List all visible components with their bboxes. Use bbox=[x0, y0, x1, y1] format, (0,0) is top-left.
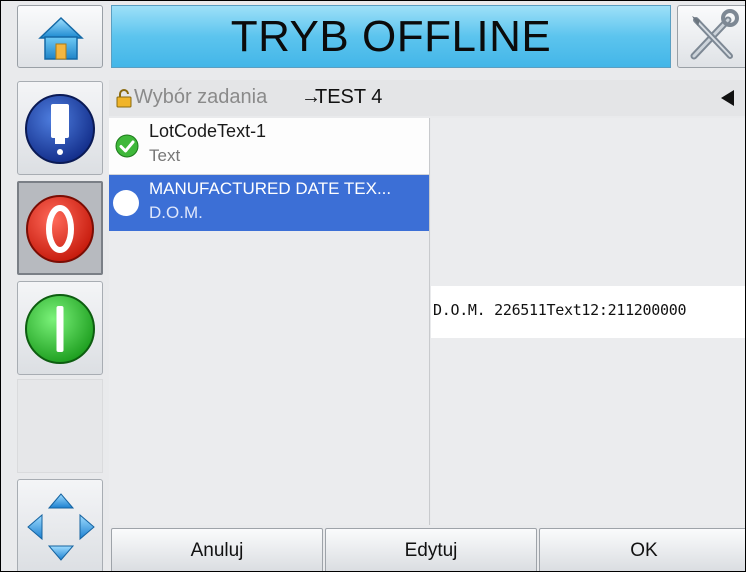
start-icon bbox=[25, 294, 95, 364]
back-arrow-icon[interactable] bbox=[721, 90, 735, 106]
breadcrumb-parent: Wybór zadania bbox=[134, 86, 268, 108]
ink-button[interactable] bbox=[17, 81, 103, 175]
field-list[interactable]: LotCodeText-1 Text MANUFACTURED DATE TEX… bbox=[109, 118, 430, 525]
item-type: D.O.M. bbox=[149, 203, 203, 222]
preview-text: D.O.M. 226511Text12:211200000 bbox=[433, 301, 687, 319]
item-title: LotCodeText-1 bbox=[149, 121, 267, 141]
ok-button[interactable]: OK bbox=[539, 528, 745, 571]
preview-strip: D.O.M. 226511Text12:211200000 bbox=[431, 286, 745, 338]
list-item[interactable]: LotCodeText-1 Text bbox=[109, 118, 429, 175]
tools-icon bbox=[690, 9, 739, 60]
empty-slot bbox=[17, 379, 103, 473]
home-icon bbox=[38, 16, 84, 60]
radio-icon bbox=[113, 190, 139, 216]
mode-banner: TRYB OFFLINE bbox=[111, 5, 745, 68]
start-button[interactable] bbox=[17, 281, 103, 375]
navigation-button[interactable] bbox=[17, 479, 103, 571]
check-icon bbox=[115, 134, 139, 158]
ink-cartridge-icon bbox=[25, 94, 95, 164]
lock-icon bbox=[116, 89, 132, 108]
printer-screen: TRYB OFFLINE Wybór zadania → TEST 4 LotC… bbox=[0, 0, 746, 572]
home-button[interactable] bbox=[17, 5, 103, 68]
breadcrumb: Wybór zadania → TEST 4 bbox=[109, 80, 745, 116]
item-title: MANUFACTURED DATE TEX... bbox=[149, 179, 392, 198]
cancel-button[interactable]: Anuluj bbox=[111, 528, 323, 571]
stop-icon bbox=[26, 195, 94, 263]
message-preview: D.O.M. 226511Text12:211200000 bbox=[431, 118, 745, 525]
tools-button[interactable] bbox=[677, 5, 745, 68]
list-item[interactable]: MANUFACTURED DATE TEX... D.O.M. bbox=[109, 175, 429, 231]
edit-button[interactable]: Edytuj bbox=[325, 528, 537, 571]
breadcrumb-current: TEST 4 bbox=[315, 86, 383, 108]
item-type: Text bbox=[149, 146, 181, 165]
page-title: TRYB OFFLINE bbox=[230, 12, 552, 61]
stop-button[interactable] bbox=[17, 181, 103, 275]
navigation-arrows-icon bbox=[27, 493, 95, 561]
